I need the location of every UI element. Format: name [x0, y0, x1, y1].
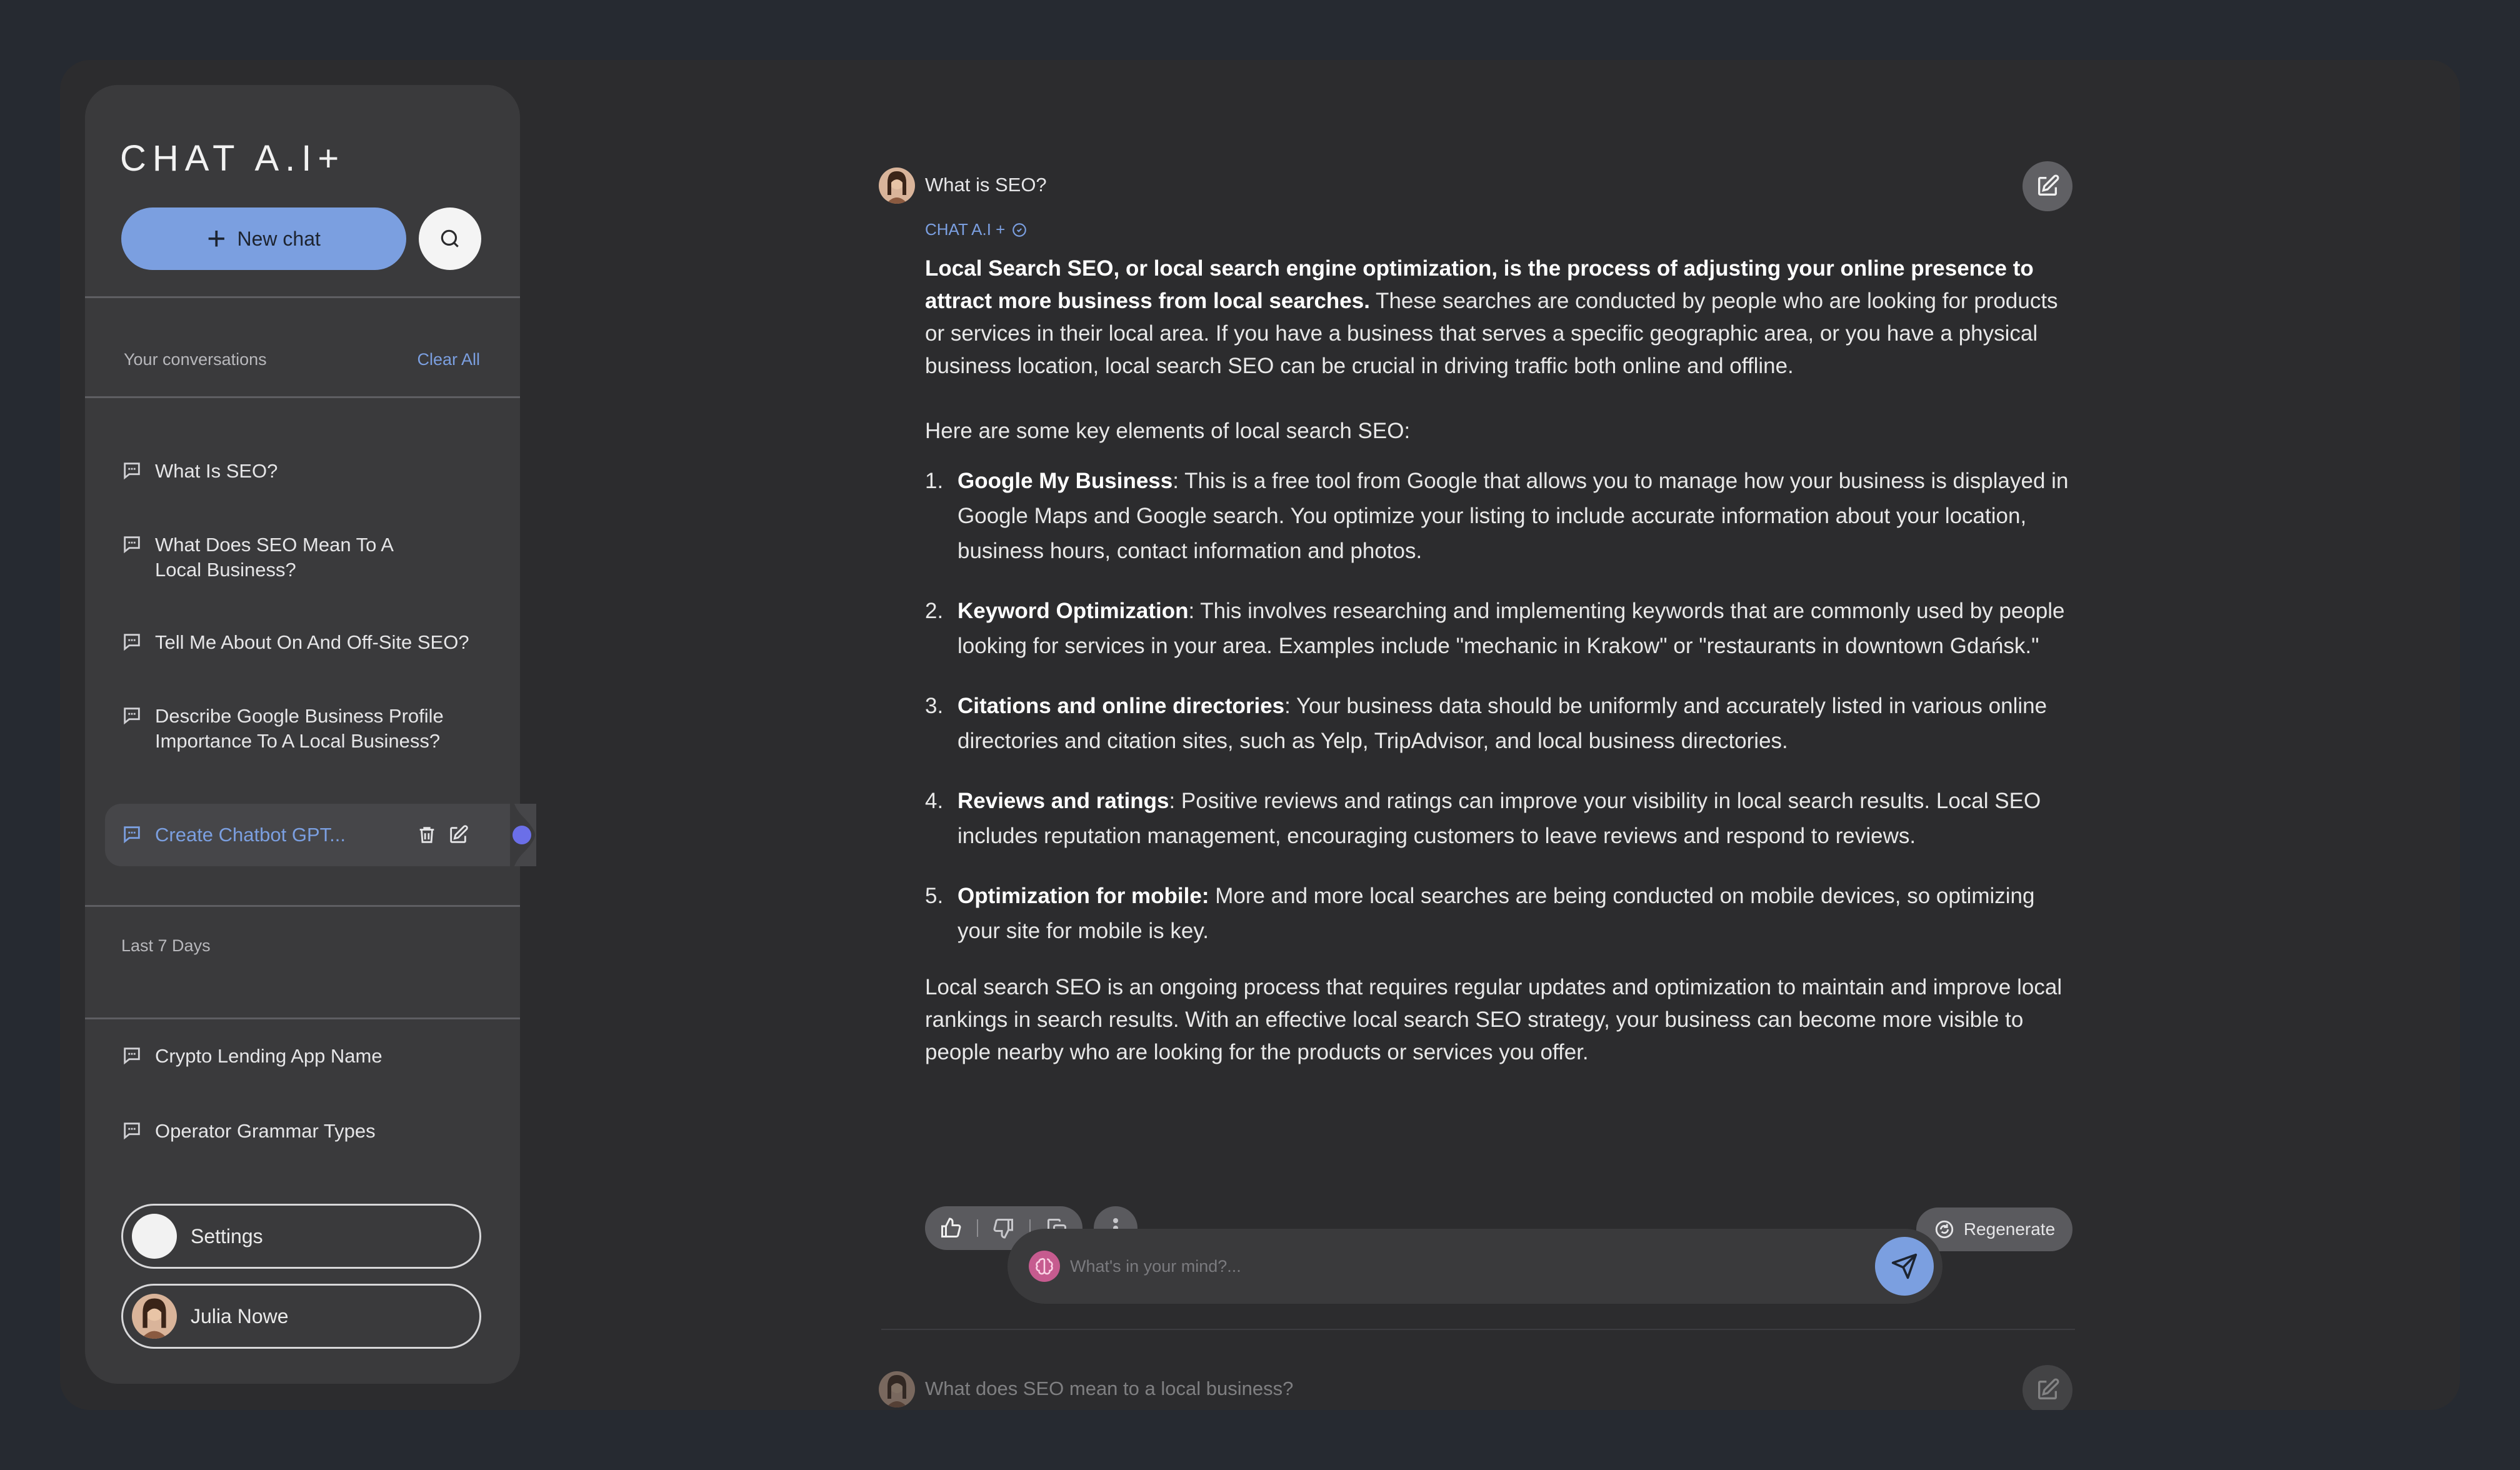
conversation-item[interactable]: Crypto Lending App Name	[121, 1044, 382, 1069]
conversation-title-line: Describe Google Business Profile	[155, 705, 444, 727]
regenerate-icon	[1935, 1220, 1953, 1239]
list-item-title: Optimization for mobile:	[958, 884, 1209, 908]
list-number: 2.	[925, 599, 944, 623]
chat-bubble-icon	[124, 634, 140, 651]
active-conversation[interactable]: Create Chatbot GPT...	[121, 822, 346, 848]
list-number: 5.	[925, 884, 944, 908]
conversation-title: Describe Google Business Profile Importan…	[155, 704, 444, 754]
delete-icon[interactable]	[416, 824, 438, 846]
regenerate-button[interactable]: Regenerate	[1916, 1208, 2072, 1251]
conversation-item[interactable]: Tell Me About On And Off-Site SEO?	[121, 630, 469, 655]
new-chat-button[interactable]: + New chat	[121, 208, 406, 270]
search-icon	[441, 229, 459, 248]
list-item: 3. Citations and online directories: Your…	[925, 689, 2075, 759]
bot-answer: Local Search SEO, or local search engine…	[925, 252, 2075, 1101]
answer-conclusion: Local search SEO is an ongoing process t…	[925, 975, 2062, 1064]
conversation-title: What Does SEO Mean To A Local Business?	[155, 532, 394, 582]
new-chat-label: New chat	[237, 227, 321, 250]
settings-button[interactable]: Settings	[121, 1204, 481, 1269]
conversation-item[interactable]: Operator Grammar Types	[121, 1119, 376, 1144]
answer-list: 1. Google My Business: This is a free too…	[925, 464, 2075, 949]
divider	[881, 1329, 2075, 1330]
conversation-title: Tell Me About On And Off-Site SEO?	[155, 631, 469, 653]
list-item-title: Google My Business	[958, 469, 1173, 493]
conversations-label: Your conversations	[124, 350, 267, 369]
list-number: 3.	[925, 694, 944, 718]
list-item-title: Keyword Optimization	[958, 599, 1189, 623]
divider	[85, 296, 520, 298]
edit-icon	[2038, 1378, 2059, 1399]
edit-icon	[2038, 174, 2059, 196]
edit-icon[interactable]	[448, 824, 469, 846]
conversation-title: Create Chatbot GPT...	[155, 824, 346, 846]
chat-bubble-icon	[124, 462, 140, 480]
bot-name: CHAT A.I +	[925, 220, 1006, 239]
list-item: 5. Optimization for mobile: More and more…	[925, 879, 2075, 949]
active-indicator-dot	[512, 826, 531, 844]
conversation-item[interactable]: What Is SEO?	[121, 459, 278, 484]
conversation-item[interactable]: Describe Google Business Profile Importan…	[121, 704, 444, 754]
conversation-title: Operator Grammar Types	[155, 1120, 376, 1142]
search-button[interactable]	[419, 208, 481, 270]
last-7-days-label: Last 7 Days	[121, 936, 211, 955]
brain-icon	[1029, 1251, 1060, 1282]
chat-bubble-icon	[124, 1122, 140, 1140]
question-text: What is SEO?	[925, 174, 1047, 196]
list-item: 1. Google My Business: This is a free too…	[925, 464, 2075, 569]
regenerate-label: Regenerate	[1963, 1219, 2056, 1239]
user-avatar	[879, 168, 915, 204]
list-number: 4.	[925, 789, 944, 813]
sidebar: CHAT A.I+ + New chat Your conversations …	[85, 85, 536, 1384]
user-avatar	[879, 1371, 915, 1408]
app-logo: CHAT A.I+	[120, 138, 346, 179]
send-button[interactable]	[1875, 1237, 1934, 1296]
answer-intro: Local Search SEO, or local search engine…	[925, 252, 2075, 382]
list-item-title: Citations and online directories	[958, 694, 1285, 718]
list-item-title: Reviews and ratings	[958, 789, 1169, 813]
clear-all-link[interactable]: Clear All	[417, 350, 480, 369]
thumbs-down-icon[interactable]	[992, 1217, 1015, 1239]
avatar	[132, 1294, 177, 1339]
conversation-title-line: Importance To A Local Business?	[155, 730, 441, 752]
divider	[85, 396, 520, 398]
divider	[85, 1018, 520, 1019]
bot-label: CHAT A.I +	[925, 220, 1028, 239]
plus-icon: +	[207, 221, 226, 257]
list-number: 1.	[925, 469, 944, 493]
chat-bubble-icon	[124, 536, 140, 554]
answer-lead: Here are some key elements of local sear…	[925, 419, 1411, 443]
app-window: What is SEO? CHAT A.I + Local Search SEO…	[60, 60, 2460, 1410]
conversation-item[interactable]: What Does SEO Mean To A Local Business?	[121, 532, 394, 582]
list-item: 2. Keyword Optimization: This involves re…	[925, 594, 2075, 664]
separator	[976, 1219, 978, 1237]
next-question-text: What does SEO mean to a local business?	[925, 1378, 1294, 1399]
thumbs-up-icon[interactable]	[939, 1217, 962, 1239]
edit-question-button[interactable]	[2022, 1365, 2072, 1410]
message-input-bar	[1008, 1229, 1942, 1304]
conversation-title: Crypto Lending App Name	[155, 1045, 382, 1067]
settings-label: Settings	[191, 1224, 263, 1248]
chat-bubble-icon	[124, 1048, 140, 1065]
settings-icon	[132, 1214, 177, 1259]
message-input[interactable]	[1070, 1256, 1875, 1276]
bot-badge-icon	[1012, 222, 1027, 237]
user-name: Julia Nowe	[191, 1304, 289, 1328]
user-profile-button[interactable]: Julia Nowe	[121, 1284, 481, 1349]
divider	[85, 905, 520, 907]
send-icon	[1891, 1253, 1918, 1279]
conversation-title-line: Local Business?	[155, 559, 296, 581]
conversation-title-line: What Does SEO Mean To A	[155, 534, 394, 556]
list-item: 4. Reviews and ratings: Positive reviews …	[925, 784, 2075, 854]
edit-question-button[interactable]	[2022, 161, 2072, 211]
chat-bubble-icon	[124, 826, 140, 844]
chat-bubble-icon	[124, 708, 140, 725]
conversation-title: What Is SEO?	[155, 460, 278, 482]
